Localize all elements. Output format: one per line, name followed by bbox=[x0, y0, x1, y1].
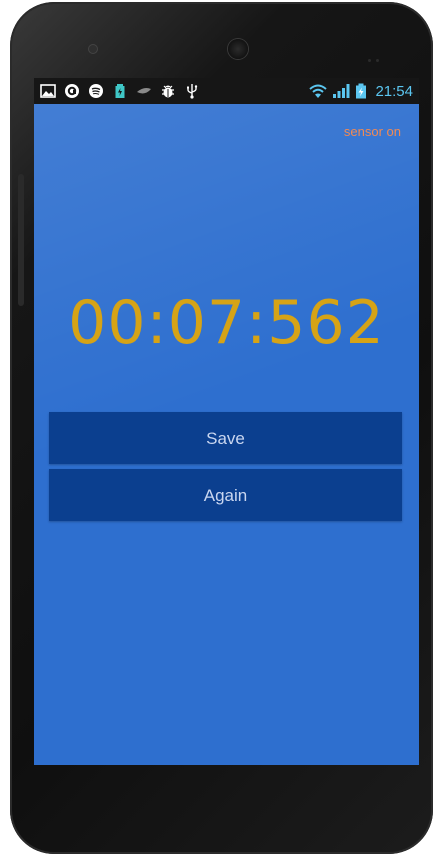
wifi-icon bbox=[309, 84, 328, 98]
bug-icon bbox=[162, 85, 174, 98]
save-button[interactable]: Save bbox=[49, 412, 402, 464]
power-button bbox=[18, 174, 24, 306]
leaf-icon bbox=[137, 88, 151, 94]
front-camera bbox=[89, 45, 97, 53]
status-clock: 21:54 bbox=[375, 82, 413, 100]
proximity-sensor bbox=[368, 47, 386, 62]
signal-icon bbox=[333, 84, 350, 98]
status-bar: 21:54 bbox=[34, 78, 419, 104]
status-notification-icons bbox=[40, 83, 309, 99]
spotify-icon bbox=[89, 84, 103, 98]
gallery-icon bbox=[40, 84, 56, 98]
battery-charging-icon bbox=[356, 83, 367, 99]
sensor-status-label: sensor on bbox=[343, 124, 401, 139]
again-button[interactable]: Again bbox=[49, 469, 402, 521]
battery-saver-icon bbox=[115, 84, 125, 98]
earpiece-speaker bbox=[228, 39, 248, 59]
usb-icon bbox=[187, 84, 198, 99]
stopwatch-display: 00:07:562 bbox=[68, 288, 385, 358]
circle-app-icon bbox=[65, 84, 79, 98]
status-system-icons: 21:54 bbox=[309, 83, 413, 100]
screen: 21:54 sensor on 00:07:562 Save Again bbox=[34, 78, 419, 765]
